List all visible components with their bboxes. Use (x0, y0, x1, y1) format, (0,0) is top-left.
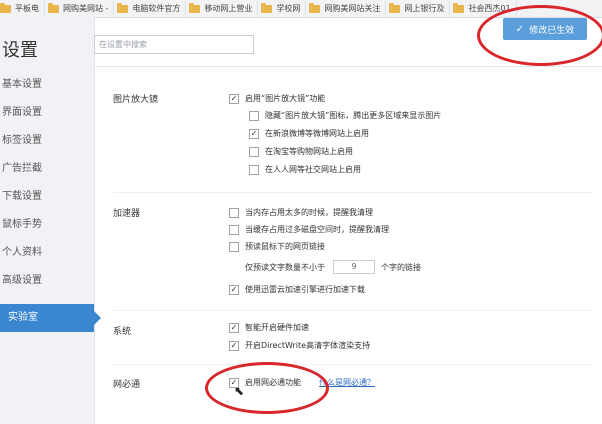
sidebar-item-mouse-gesture[interactable]: 鼠标手势 (0, 211, 94, 239)
folder-icon (261, 2, 273, 13)
checkbox-checked[interactable] (229, 322, 239, 333)
folder-icon (189, 2, 201, 13)
checkbox-checked[interactable] (229, 93, 239, 104)
annotation-circle (205, 362, 329, 414)
settings-search-input[interactable] (94, 35, 254, 54)
header-divider (94, 66, 602, 67)
section-divider (113, 310, 593, 311)
sidebar-item-advanced[interactable]: 高级设置 (0, 267, 94, 295)
sidebar-item-basic[interactable]: 基本设置 (0, 71, 94, 99)
option-prefetch-links[interactable]: 预读鼠标下的网页链接 (229, 241, 325, 252)
bookmark-item[interactable]: 学校网 (258, 0, 307, 17)
bookmark-item[interactable]: 社会西杰01 (450, 0, 517, 17)
section-title-wangbitong: 网必通 (113, 380, 141, 390)
what-is-wangbitong-link[interactable]: 什么是网必通？ (319, 377, 375, 388)
bookmark-item[interactable]: 电脑软件官方 (114, 0, 187, 17)
check-icon: ✓ (515, 23, 525, 35)
settings-sidebar: 设置 基本设置 界面设置 标签设置 广告拦截 下载设置 鼠标手势 个人资料 高级… (0, 17, 101, 424)
prefetch-length-input[interactable]: 9 (333, 260, 375, 274)
checkbox-checked[interactable] (229, 284, 239, 295)
option-memory-reminder[interactable]: 当内存占用太多的时候，提醒我清理 (229, 207, 373, 218)
page-title: 设置 (2, 40, 38, 61)
section-divider (113, 192, 593, 193)
section-title-magnifier: 图片放大镜 (113, 95, 159, 105)
bookmark-item[interactable]: 网购美网站 - (45, 0, 115, 17)
folder-icon (309, 2, 321, 13)
folder-icon (389, 2, 401, 13)
sidebar-item-interface[interactable]: 界面设置 (0, 99, 94, 127)
section-divider (113, 364, 593, 365)
mouse-cursor-icon: ⬉ (234, 384, 245, 398)
option-magnifier-social[interactable]: 在人人网等社交网站上启用 (249, 164, 361, 175)
changes-saved-button[interactable]: ✓ 修改已生效 (503, 18, 587, 40)
folder-icon (453, 2, 465, 13)
folder-icon (117, 2, 129, 13)
option-hardware-acceleration[interactable]: 智能开启硬件加速 (229, 322, 309, 333)
bookmark-item[interactable]: 平板电 (0, 0, 45, 17)
bookmarks-bar: 平板电 网购美网站 - 电脑软件官方 移动网上营业 学校网 网购美网站关注 网上… (0, 0, 602, 18)
folder-icon (48, 2, 59, 13)
checkbox[interactable] (229, 224, 239, 235)
checkbox[interactable] (229, 207, 239, 218)
option-magnifier-weibo[interactable]: 在新浪微博等微博网站上启用 (249, 128, 369, 139)
option-hide-magnifier-icon[interactable]: 隐藏“图片放大镜”图标，腾出更多区域来显示图片 (249, 110, 441, 121)
prefetch-length-setting: 仅预读文字数量不小于 9 个字的链接 (245, 260, 421, 274)
folder-icon (0, 2, 11, 13)
sidebar-item-tabs[interactable]: 标签设置 (0, 127, 94, 155)
option-magnifier-shopping[interactable]: 在淘宝等购物网站上启用 (249, 146, 353, 157)
bookmark-item[interactable]: 网上银行及 (386, 0, 451, 17)
checkbox-checked[interactable] (229, 340, 239, 351)
checkbox-checked[interactable] (249, 128, 259, 139)
checkbox[interactable] (249, 110, 259, 121)
sidebar-item-download[interactable]: 下载设置 (0, 183, 94, 211)
section-title-accelerator: 加速器 (113, 209, 141, 219)
checkbox[interactable] (249, 146, 259, 157)
option-cache-reminder[interactable]: 当缓存占用过多磁盘空间时，提醒我清理 (229, 224, 389, 235)
option-xunlei-accelerate[interactable]: 使用迅雷云加速引擎进行加速下载 (229, 284, 365, 295)
option-directwrite[interactable]: 开启DirectWrite高清字体渲染支持 (229, 340, 370, 351)
option-enable-wangbitong[interactable]: 启用网必通功能 什么是网必通？ (229, 377, 375, 388)
bookmark-item[interactable]: 移动网上营业 (186, 0, 259, 17)
sidebar-item-adblock[interactable]: 广告拦截 (0, 155, 94, 183)
sidebar-item-lab[interactable]: 实验室 (0, 304, 101, 332)
checkbox[interactable] (229, 241, 239, 252)
option-enable-magnifier[interactable]: 启用“图片放大镜”功能 (229, 93, 325, 104)
bookmark-item[interactable]: 网购美网站关注 (306, 0, 387, 17)
sidebar-item-profile[interactable]: 个人资料 (0, 239, 94, 267)
section-title-system: 系统 (113, 327, 132, 337)
checkbox[interactable] (249, 164, 259, 175)
